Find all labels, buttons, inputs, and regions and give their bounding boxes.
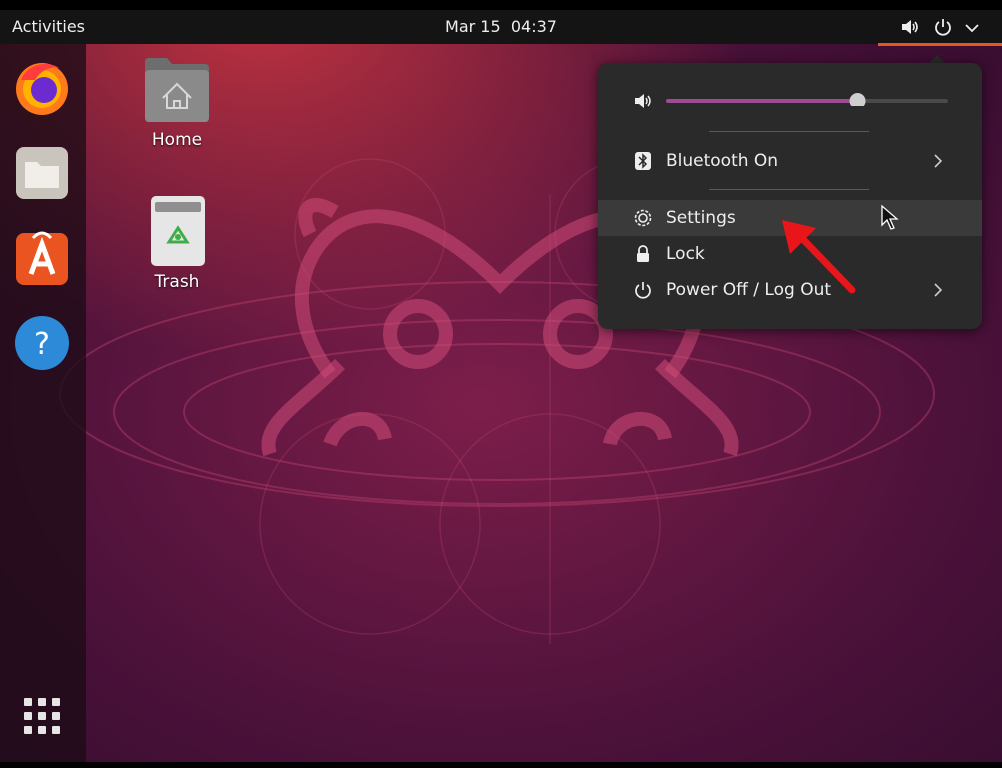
settings-gear-icon [634, 209, 652, 227]
menu-item-bluetooth[interactable]: Bluetooth On [598, 143, 982, 179]
bluetooth-icon [635, 152, 651, 170]
dock: ? [0, 44, 86, 762]
volume-row [598, 83, 982, 119]
chevron-down-icon [965, 24, 979, 33]
power-icon [935, 19, 951, 36]
system-tray[interactable] [878, 10, 1002, 46]
screen: Home Trash ? Activities Mar 15 04:37 Blu… [0, 0, 1002, 768]
svg-text:?: ? [34, 327, 50, 362]
power-icon [635, 282, 651, 299]
chevron-right-icon [934, 154, 943, 168]
desktop-icon-label: Home [151, 130, 203, 150]
volume-icon [902, 20, 918, 34]
menu-item-label: Settings [666, 208, 736, 228]
volume-slider[interactable] [666, 92, 948, 106]
firefox-icon[interactable] [13, 58, 71, 116]
desktop-icon-label: Trash [154, 272, 200, 292]
volume-slider-fill [666, 99, 858, 103]
menu-item-label: Lock [666, 244, 705, 264]
desktop-icon-home[interactable]: Home [127, 56, 227, 156]
app-grid-icon[interactable] [13, 696, 71, 754]
top-bar: Activities Mar 15 04:37 [0, 10, 1002, 46]
clock-date: Mar 15 [445, 17, 501, 36]
help-icon[interactable]: ? [13, 314, 71, 372]
tray-active-indicator [878, 43, 1002, 46]
trash-icon [151, 196, 205, 266]
clock[interactable]: Mar 15 04:37 [0, 10, 1002, 44]
clock-time: 04:37 [510, 17, 557, 36]
volume-slider-knob[interactable] [849, 93, 866, 106]
annotation-arrow [782, 220, 856, 294]
menu-item-label: Bluetooth On [666, 151, 779, 171]
separator [709, 131, 869, 132]
mouse-cursor-icon [881, 204, 899, 230]
files-icon[interactable] [13, 144, 71, 202]
desktop-icon-trash[interactable]: Trash [127, 194, 227, 294]
home-folder-icon [145, 58, 209, 122]
separator [709, 189, 869, 190]
volume-icon [635, 94, 651, 108]
chevron-right-icon [934, 283, 943, 297]
software-icon[interactable] [13, 230, 71, 288]
lock-icon [637, 245, 649, 262]
